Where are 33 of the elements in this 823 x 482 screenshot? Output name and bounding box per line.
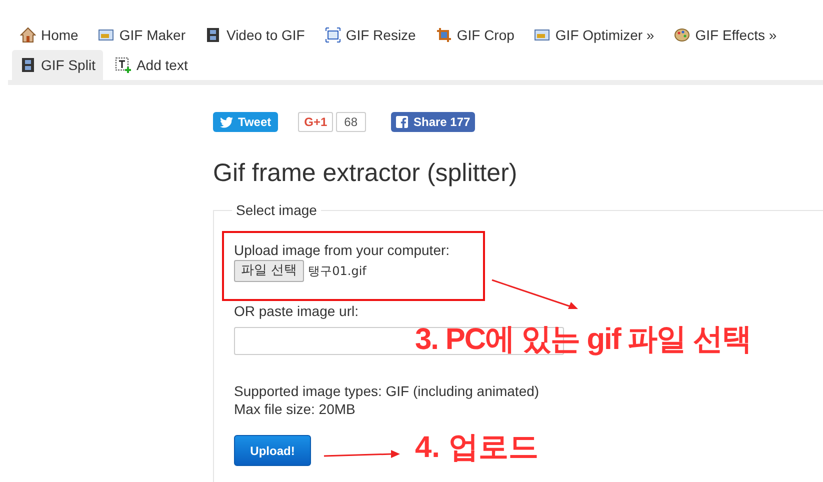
text-icon <box>115 57 132 73</box>
nav-tab[interactable]: GIF Crop <box>428 20 522 50</box>
nav-tab[interactable]: GIF Maker <box>90 20 194 50</box>
film-icon <box>205 27 222 43</box>
url-label: OR paste image url: <box>234 302 360 320</box>
nav-tab[interactable]: GIF Effects » <box>666 20 785 50</box>
max-size-text: Max file size: 20MB <box>234 400 356 418</box>
house-icon <box>20 27 36 43</box>
supported-types-text: Supported image types: GIF (including animated) <box>234 382 540 400</box>
google-plus-button[interactable]: G+1 <box>298 112 334 132</box>
file-name: 탱구01.gif <box>308 263 366 280</box>
bird-icon <box>220 116 233 128</box>
plus-count: 68 <box>336 112 366 132</box>
upload-label: Upload image from your computer: <box>234 241 451 259</box>
nav-tab[interactable]: Video to GIF <box>197 20 313 50</box>
film-icon <box>20 57 36 73</box>
page-title: Gif frame extractor (splitter) <box>213 158 518 188</box>
nav-tab[interactable]: GIF Split <box>12 50 104 80</box>
nav-tab[interactable]: GIF Optimizer » <box>526 20 662 50</box>
upload-button[interactable]: Upload! <box>234 435 311 466</box>
annotation-text: 4. 업로드 <box>415 430 538 466</box>
facebook-share-button[interactable]: Share 177 <box>390 112 476 132</box>
nav-tab[interactable]: GIF Resize <box>316 20 424 50</box>
picture-icon <box>534 27 550 43</box>
crop-icon <box>436 27 452 43</box>
choose-file-button[interactable]: 파일 선택 <box>234 260 304 282</box>
picture-icon <box>98 27 114 43</box>
facebook-icon <box>396 116 408 128</box>
annotation-text: 3. PC에 있는 gif 파일 선택 <box>415 322 752 358</box>
palette-icon <box>674 27 690 43</box>
nav-tab[interactable]: Add text <box>107 50 196 80</box>
resize-icon <box>324 27 341 43</box>
nav-tab[interactable]: Home <box>12 20 86 50</box>
